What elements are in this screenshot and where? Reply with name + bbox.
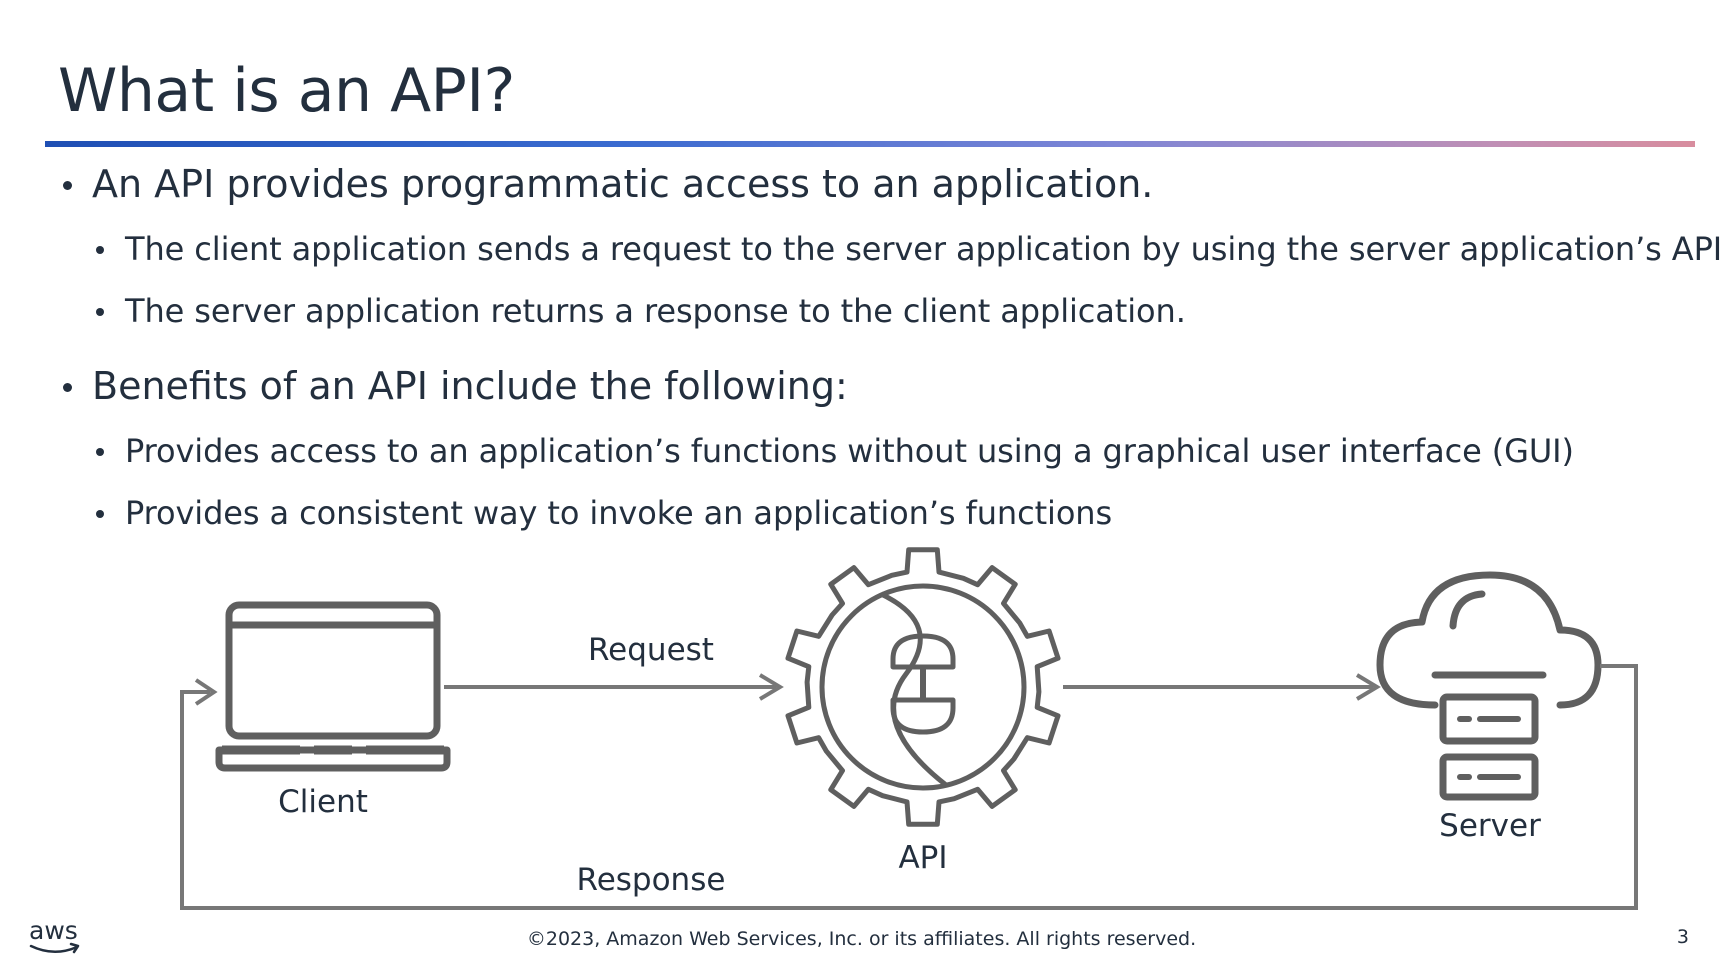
server-label: Server xyxy=(1439,808,1541,844)
gear-plug-icon xyxy=(785,547,1061,827)
laptop-icon xyxy=(215,601,451,772)
client-label: Client xyxy=(278,784,368,820)
request-arrow xyxy=(444,673,784,701)
request-label: Request xyxy=(588,632,714,668)
response-label: Response xyxy=(577,862,726,898)
api-to-server-arrow xyxy=(1063,673,1381,701)
api-label: API xyxy=(898,840,947,876)
page-number: 3 xyxy=(1676,926,1689,948)
cloud-server-icon xyxy=(1376,571,1602,801)
copyright-notice: ©2023, Amazon Web Services, Inc. or its … xyxy=(526,928,1197,950)
client-api-server-diagram: Client Request API Server Response xyxy=(180,547,1638,910)
